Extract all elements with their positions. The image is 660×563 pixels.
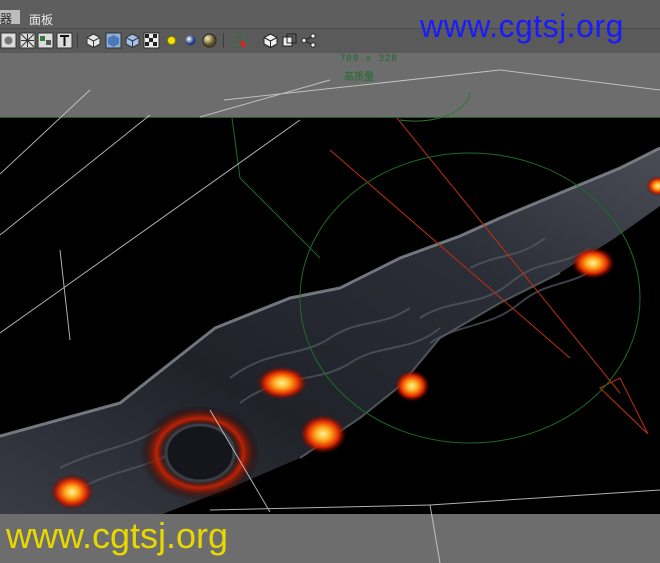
cube-wire-icon[interactable] xyxy=(85,32,102,49)
watermark-bottom: www.cgtsj.org xyxy=(6,515,229,556)
share-nodes-icon[interactable] xyxy=(300,32,317,49)
copy-frames-icon[interactable] xyxy=(281,32,298,49)
render-resolution-label: 700 x 328 xyxy=(340,54,398,64)
cube-solid-icon[interactable] xyxy=(105,32,122,49)
checker-icon[interactable] xyxy=(143,32,160,49)
rendered-blade-image xyxy=(0,118,660,515)
menu-panel[interactable]: 面板 xyxy=(29,11,53,28)
render-viewport[interactable] xyxy=(0,117,660,516)
render-frame-icon[interactable] xyxy=(0,32,17,49)
cube-blue-icon[interactable] xyxy=(124,32,141,49)
viewport-header-area xyxy=(0,53,660,117)
cube-outline-icon[interactable] xyxy=(262,32,279,49)
toolbar-separator xyxy=(77,33,78,48)
sphere-material-icon[interactable] xyxy=(201,32,218,49)
menu-renderer[interactable]: 器 xyxy=(0,10,20,24)
watermark-top: www.cgtsj.org xyxy=(420,8,624,44)
render-quality-label: 高质量 xyxy=(344,72,374,83)
scene-icon[interactable] xyxy=(37,32,54,49)
select-region-icon[interactable] xyxy=(232,32,249,49)
mesh-icon[interactable] xyxy=(19,32,36,49)
light-yellow-icon[interactable] xyxy=(163,32,180,49)
toolbar-separator xyxy=(223,33,224,48)
sphere-blue-icon[interactable] xyxy=(182,32,199,49)
text-icon[interactable] xyxy=(56,32,73,49)
